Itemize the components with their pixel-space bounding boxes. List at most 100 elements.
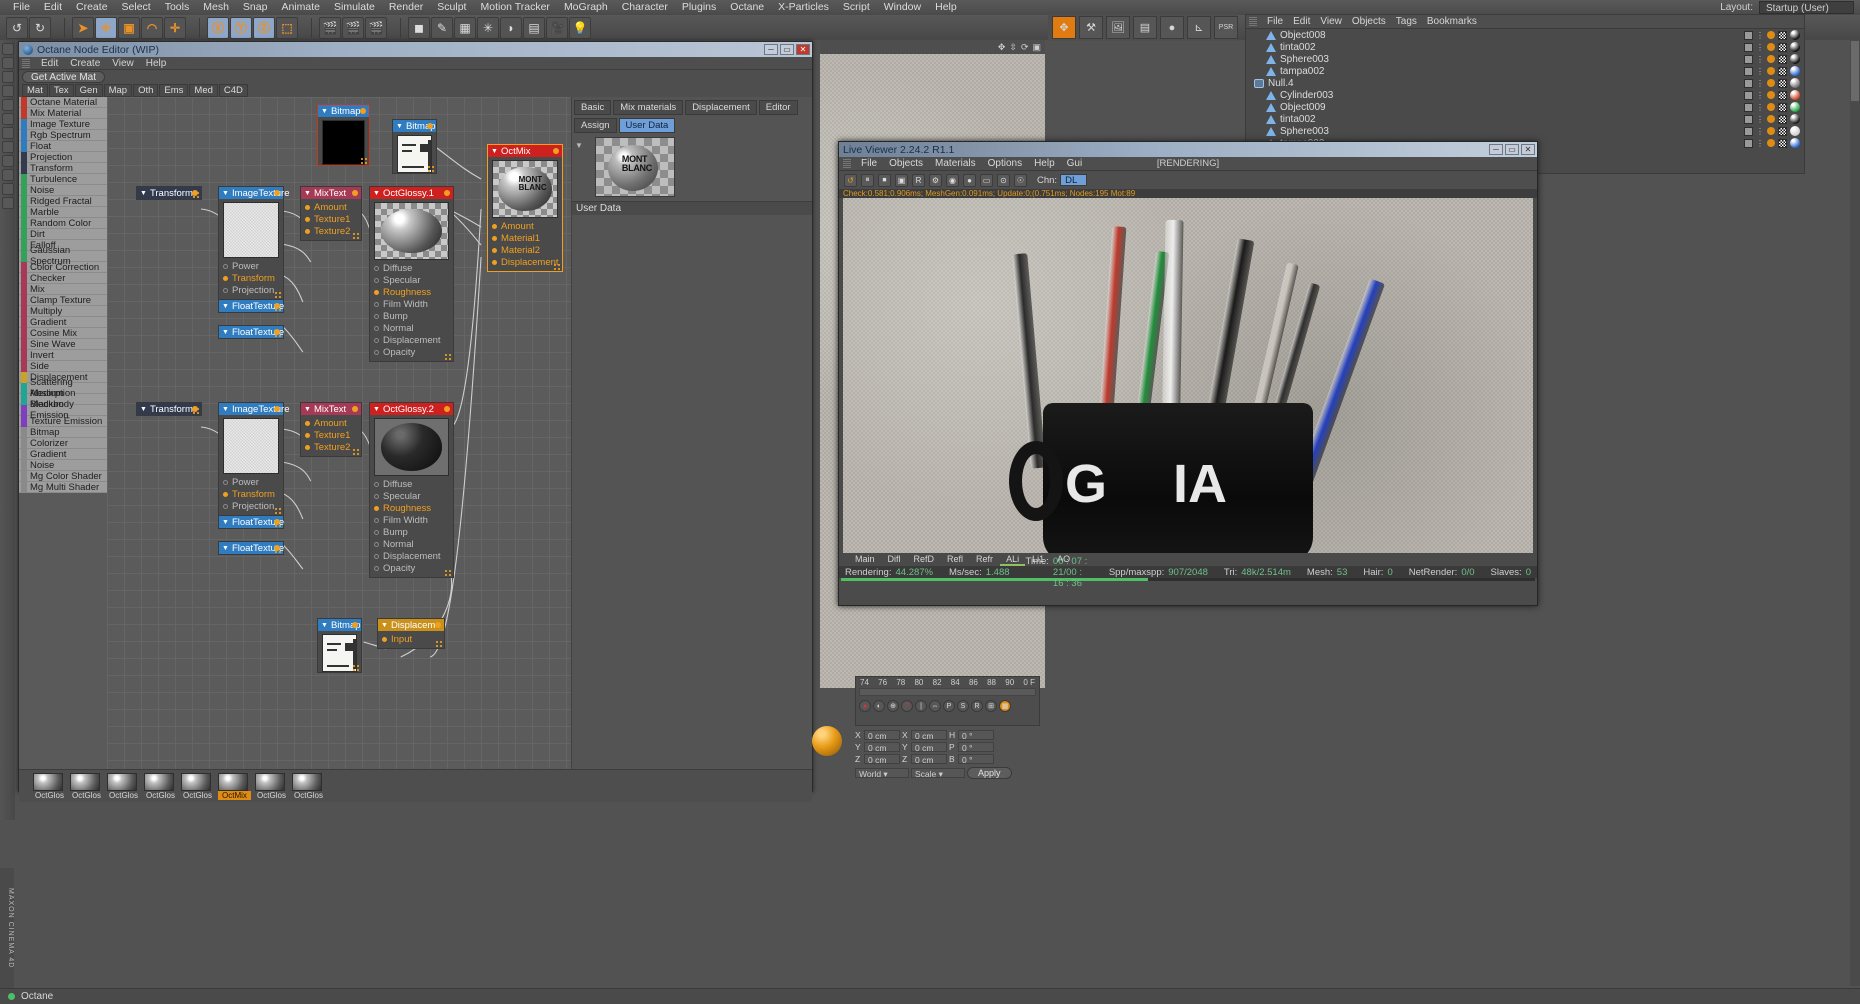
coord-size-field[interactable]: 0 cm bbox=[911, 730, 947, 741]
channel-dropdown[interactable]: DL bbox=[1060, 174, 1088, 186]
palette-item-texture-emission[interactable]: Texture Emission bbox=[19, 415, 107, 427]
port-dot-icon[interactable] bbox=[223, 491, 228, 497]
om-menu-edit[interactable]: Edit bbox=[1288, 16, 1315, 27]
node-port-displacement[interactable]: Displacement bbox=[370, 334, 453, 346]
node-collapse-icon[interactable]: ▼ bbox=[222, 190, 229, 197]
vertical-scrollbar[interactable] bbox=[1850, 40, 1860, 986]
node-collapse-icon[interactable]: ▼ bbox=[381, 622, 388, 629]
visibility-tag-icon[interactable] bbox=[1744, 54, 1753, 64]
menu-item-create[interactable]: Create bbox=[69, 0, 115, 15]
node-collapse-icon[interactable]: ▼ bbox=[396, 123, 403, 130]
object-row-tinta002[interactable]: tinta002 ⋮ bbox=[1246, 113, 1804, 125]
node-collapse-icon[interactable]: ▼ bbox=[140, 406, 147, 413]
port-dot-icon[interactable] bbox=[223, 479, 228, 485]
palette-item-mix-material[interactable]: Mix Material bbox=[19, 107, 107, 119]
left-tool-icon[interactable] bbox=[1, 99, 14, 111]
live-viewer-render-image[interactable]: G IA bbox=[843, 198, 1533, 553]
node-port-film-width[interactable]: Film Width bbox=[370, 298, 453, 310]
settings-gear-icon[interactable]: ⚙ bbox=[929, 173, 942, 187]
graph-node-bitmap_black[interactable]: ▼ Bitmap bbox=[317, 104, 370, 166]
focus-picker-icon[interactable]: ⊙ bbox=[997, 173, 1010, 187]
render-view-icon[interactable]: 🎬 bbox=[319, 16, 341, 39]
node-output-port[interactable] bbox=[553, 148, 559, 154]
node-resize-grip[interactable] bbox=[427, 165, 434, 172]
node-collapse-icon[interactable]: ▼ bbox=[373, 190, 380, 197]
node-header[interactable]: ▼ Displacem bbox=[378, 619, 444, 631]
spline-pen-icon[interactable]: ✎ bbox=[431, 16, 453, 39]
node-output-port[interactable] bbox=[274, 190, 280, 196]
menu-item-motion-tracker[interactable]: Motion Tracker bbox=[473, 0, 556, 15]
material-tag-icon[interactable] bbox=[1790, 30, 1800, 40]
menu-item-character[interactable]: Character bbox=[615, 0, 675, 15]
menu-item-mesh[interactable]: Mesh bbox=[196, 0, 236, 15]
object-row-null-4[interactable]: Null.4 ⋮ bbox=[1246, 77, 1804, 89]
object-row-object008[interactable]: Object008 ⋮ bbox=[1246, 29, 1804, 41]
octane-tag-icon[interactable] bbox=[1767, 31, 1775, 39]
y-axis-icon[interactable]: Ⓨ bbox=[230, 16, 252, 39]
node-port-bump[interactable]: Bump bbox=[370, 310, 453, 322]
object-row-sphere003[interactable]: Sphere003 ⋮ bbox=[1246, 125, 1804, 137]
property-tab-editor[interactable]: Editor bbox=[758, 100, 798, 115]
node-port-opacity[interactable]: Opacity bbox=[370, 346, 453, 358]
node-output-port[interactable] bbox=[427, 123, 433, 129]
left-tool-icon[interactable] bbox=[1, 43, 14, 55]
palette-item-marble[interactable]: Marble bbox=[19, 206, 107, 218]
node-resize-grip[interactable] bbox=[274, 507, 281, 514]
menu-item-script[interactable]: Script bbox=[836, 0, 877, 15]
node-collapse-icon[interactable]: ▼ bbox=[304, 190, 311, 197]
port-dot-icon[interactable] bbox=[223, 503, 228, 509]
node-resize-grip[interactable] bbox=[444, 353, 451, 360]
om-menu-bookmarks[interactable]: Bookmarks bbox=[1422, 16, 1482, 27]
palette-item-projection[interactable]: Projection bbox=[19, 151, 107, 163]
menu-item-snap[interactable]: Snap bbox=[236, 0, 275, 15]
menu-item-tools[interactable]: Tools bbox=[158, 0, 197, 15]
key-scale-button[interactable]: ⇔ bbox=[929, 700, 941, 712]
graph-node-octmix[interactable]: ▼ OctMix MONT BLANC Amount Material1 Material2… bbox=[487, 144, 563, 272]
palette-item-noise[interactable]: Noise bbox=[19, 459, 107, 471]
material-preview-sphere[interactable] bbox=[812, 726, 842, 756]
visibility-tag-icon[interactable] bbox=[1744, 66, 1753, 76]
node-resize-grip[interactable] bbox=[192, 191, 199, 198]
object-row-tampa002[interactable]: tampa002 ⋮ bbox=[1246, 65, 1804, 77]
left-tool-icon[interactable] bbox=[1, 71, 14, 83]
picture-viewer-icon[interactable]: R bbox=[912, 173, 925, 187]
material-chip-1[interactable]: OctGlos bbox=[70, 773, 103, 800]
texture-tag-icon[interactable] bbox=[1778, 102, 1787, 112]
node-resize-grip[interactable] bbox=[274, 304, 281, 311]
material-chip-6[interactable]: OctGlos bbox=[255, 773, 288, 800]
render-channel-refd[interactable]: RefD bbox=[908, 554, 941, 566]
move-tool-icon[interactable]: ✛ bbox=[95, 16, 117, 39]
menu-item-animate[interactable]: Animate bbox=[274, 0, 327, 15]
left-tool-icon[interactable] bbox=[1, 169, 14, 181]
tag-dots-icon[interactable]: ⋮ bbox=[1756, 91, 1764, 100]
graph-node-imagetexture_2[interactable]: ▼ ImageTexture Power Transform Projection bbox=[218, 402, 290, 516]
texture-tag-icon[interactable] bbox=[1778, 54, 1787, 64]
ne-menu-create[interactable]: Create bbox=[64, 58, 106, 69]
node-collapse-icon[interactable]: ▼ bbox=[222, 329, 229, 336]
coord-position-field[interactable]: 0 cm bbox=[864, 742, 900, 753]
material-chip-0[interactable]: OctGlos bbox=[33, 773, 66, 800]
node-port-diffuse[interactable]: Diffuse bbox=[370, 478, 453, 490]
node-resize-grip[interactable] bbox=[192, 407, 199, 414]
move-axis-icon[interactable]: ✥ bbox=[1052, 16, 1076, 39]
palette-item-checker[interactable]: Checker bbox=[19, 272, 107, 284]
palette-item-noise[interactable]: Noise bbox=[19, 184, 107, 196]
coordinate-icon[interactable]: ⊾ bbox=[1187, 16, 1211, 39]
palette-item-gaussian-spectrum[interactable]: Gaussian Spectrum bbox=[19, 245, 107, 267]
node-port-displacement[interactable]: Displacement bbox=[488, 256, 562, 268]
palette-item-invert[interactable]: Invert bbox=[19, 349, 107, 361]
octane-tag-icon[interactable] bbox=[1767, 91, 1775, 99]
palette-item-blackbody-emission[interactable]: Blackbody Emission bbox=[19, 399, 107, 421]
left-tool-icon[interactable] bbox=[1, 183, 14, 195]
node-port-specular[interactable]: Specular bbox=[370, 490, 453, 502]
camera-imager-icon[interactable]: ◉ bbox=[946, 173, 959, 187]
sphere-drop-icon[interactable]: ● bbox=[1160, 16, 1184, 39]
keyframe-help-button[interactable]: ? bbox=[901, 700, 913, 712]
node-category-ems[interactable]: Ems bbox=[159, 84, 189, 97]
undo-icon[interactable]: ↺ bbox=[6, 16, 28, 39]
render-channel-ali[interactable]: ALi bbox=[1000, 554, 1026, 566]
visibility-tag-icon[interactable] bbox=[1744, 126, 1753, 136]
palette-item-gradient[interactable]: Gradient bbox=[19, 448, 107, 460]
graph-node-floattexture_2[interactable]: ▼ FloatTexture bbox=[218, 325, 284, 339]
node-category-oth[interactable]: Oth bbox=[133, 84, 159, 97]
